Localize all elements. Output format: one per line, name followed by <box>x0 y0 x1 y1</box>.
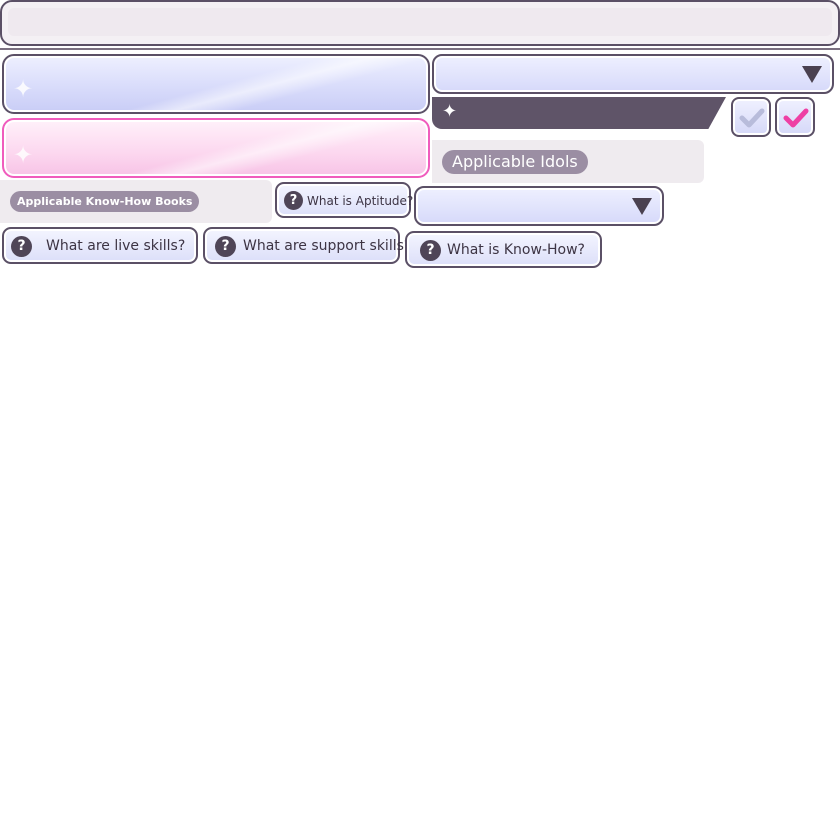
chevron-down-icon <box>802 66 822 83</box>
search-bar-field[interactable] <box>8 8 832 36</box>
button-sheen <box>124 56 424 112</box>
question-icon: ? <box>215 236 236 257</box>
blue-sparkle-button[interactable]: ✦ <box>2 54 430 114</box>
pink-sparkle-button[interactable]: ✦ <box>2 118 430 178</box>
question-icon: ? <box>284 191 303 210</box>
applicable-idols-panel: Applicable Idols <box>432 140 704 183</box>
checkbox-checked[interactable] <box>775 97 815 137</box>
live-skills-help-button[interactable]: ? What are live skills? <box>2 227 198 264</box>
help-label: What is Know-How? <box>447 242 585 258</box>
support-skills-help-button[interactable]: ? What are support skills? <box>203 227 411 264</box>
help-label: What are support skills? <box>243 238 412 254</box>
know-how-help-button[interactable]: ? What is Know-How? <box>405 231 602 268</box>
chevron-down-icon <box>632 198 652 215</box>
applicable-books-tag: Applicable Know-How Books <box>10 191 200 212</box>
checkbox-unchecked[interactable] <box>731 97 771 137</box>
divider <box>0 48 840 50</box>
button-sheen <box>124 120 424 176</box>
sparkle-icon: ✦ <box>12 141 34 169</box>
section-header-ribbon: ✦ <box>432 97 726 129</box>
help-label: What is Aptitude? <box>307 194 414 208</box>
question-icon: ? <box>11 236 32 257</box>
help-label: What are live skills? <box>46 238 186 254</box>
check-icon <box>783 108 809 128</box>
check-icon <box>739 108 765 128</box>
question-icon: ? <box>420 240 441 261</box>
dropdown-select-large[interactable] <box>432 54 834 94</box>
dropdown-select-small[interactable] <box>414 186 664 226</box>
applicable-idols-tag: Applicable Idols <box>442 150 588 174</box>
sparkle-icon: ✦ <box>442 101 458 122</box>
sparkle-icon: ✦ <box>12 75 34 103</box>
search-bar[interactable] <box>0 0 840 46</box>
applicable-books-panel: Applicable Know-How Books <box>0 180 272 223</box>
aptitude-help-button[interactable]: ? What is Aptitude? <box>275 182 414 218</box>
